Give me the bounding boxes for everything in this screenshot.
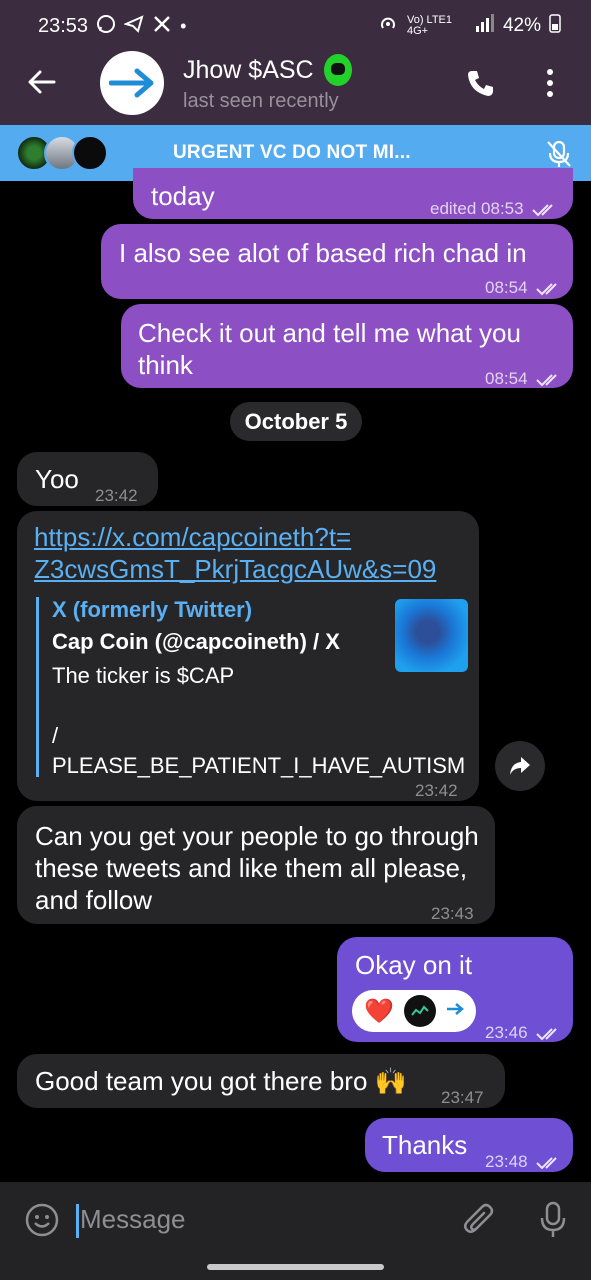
home-indicator[interactable]: [207, 1264, 384, 1270]
more-vertical-icon: [547, 69, 553, 97]
voice-chat-participants: [16, 135, 108, 171]
double-check-icon: [532, 203, 554, 216]
arrow-right-icon: [109, 68, 154, 98]
message-time: 23:46: [485, 1023, 528, 1042]
last-seen-status: last seen recently: [183, 90, 339, 112]
chat-title-area[interactable]: Jhow $ASC last seen recently: [183, 54, 352, 113]
voice-chat-title: URGENT VC DO NOT MI...: [173, 142, 411, 163]
message-input[interactable]: Message: [80, 1204, 186, 1235]
link-preview-description: The ticker is $CAP / PLEASE_BE_PATIENT_I…: [52, 663, 466, 778]
contact-avatar[interactable]: [100, 51, 164, 115]
double-check-icon: [536, 1156, 557, 1169]
message-time: edited 08:53: [430, 199, 524, 218]
contact-name: Jhow $ASC: [183, 55, 314, 84]
arrow-right-icon: [446, 1002, 464, 1021]
heart-reaction: ❤️: [364, 997, 394, 1025]
double-check-icon: [536, 1027, 557, 1040]
status-bar: 23:53 • Vo) LTE1 4G+ 42%: [0, 0, 591, 52]
message-text: Okay on it: [355, 950, 473, 980]
message-time: 23:48: [485, 1152, 528, 1171]
hotspot-icon: [377, 13, 399, 39]
message-time: 23:43: [431, 904, 474, 923]
double-check-icon: [536, 282, 557, 295]
reactor-avatar: [403, 995, 436, 1027]
double-check-icon: [536, 373, 557, 386]
paperclip-icon: [464, 1203, 494, 1233]
message-incoming[interactable]: Can you get your people to go through th…: [17, 806, 495, 924]
message-incoming[interactable]: Good team you got there bro 🙌 23:47: [17, 1054, 505, 1108]
message-text: Yoo: [35, 464, 79, 494]
message-text: I also see alot of based rich chad in: [119, 238, 527, 268]
text-caret: [76, 1204, 79, 1238]
telegram-icon: [123, 14, 144, 39]
mic-off-icon: [547, 140, 571, 167]
link-preview-thumbnail[interactable]: [395, 599, 468, 672]
back-button[interactable]: [26, 66, 62, 102]
microphone-icon: [540, 1201, 566, 1237]
date-separator: October 5: [230, 402, 362, 441]
smiley-icon: [25, 1203, 59, 1237]
message-incoming[interactable]: Yoo 23:42: [17, 452, 158, 506]
message-reactions[interactable]: ❤️: [352, 990, 476, 1032]
message-text: Good team you got there bro 🙌: [35, 1066, 408, 1096]
message-time: 08:54: [485, 278, 528, 297]
chat-header: Jhow $ASC last seen recently: [0, 51, 591, 125]
battery-icon: [549, 13, 561, 39]
arrow-left-icon: [28, 70, 56, 94]
message-text: Thanks: [382, 1130, 468, 1160]
more-options-button[interactable]: [545, 68, 555, 103]
gorilla-emoji-icon: [323, 54, 352, 86]
message-outgoing[interactable]: today edited 08:53: [133, 168, 573, 219]
signal-icon: [475, 14, 495, 38]
network-indicator: Vo) LTE1 4G+: [406, 14, 453, 37]
battery-level: 42%: [502, 15, 541, 36]
voice-message-button[interactable]: [538, 1200, 568, 1245]
x-icon: [152, 14, 172, 39]
status-time: 23:53: [38, 14, 89, 37]
attach-button[interactable]: [463, 1202, 497, 1243]
participant-avatar: [72, 135, 108, 171]
message-time: 23:42: [95, 486, 138, 505]
notification-dot-icon: •: [180, 15, 187, 36]
message-time: 08:54: [485, 369, 528, 388]
message-outgoing[interactable]: Check it out and tell me what you think …: [121, 304, 573, 388]
message-time: 23:47: [441, 1088, 484, 1107]
message-link[interactable]: https://x.com/capcoineth?t= Z3cwsGmsT_Pk…: [34, 521, 436, 585]
forward-button[interactable]: [495, 741, 545, 791]
call-button[interactable]: [466, 68, 496, 103]
message-text: today: [151, 181, 215, 211]
share-arrow-icon: [510, 757, 530, 775]
whatsapp-icon: [96, 14, 116, 39]
emoji-button[interactable]: [24, 1202, 60, 1243]
message-outgoing[interactable]: Thanks 23:48: [365, 1118, 573, 1172]
message-outgoing[interactable]: I also see alot of based rich chad in 08…: [101, 224, 573, 299]
message-text: Can you get your people to go through th…: [35, 821, 479, 915]
phone-icon: [468, 71, 493, 96]
